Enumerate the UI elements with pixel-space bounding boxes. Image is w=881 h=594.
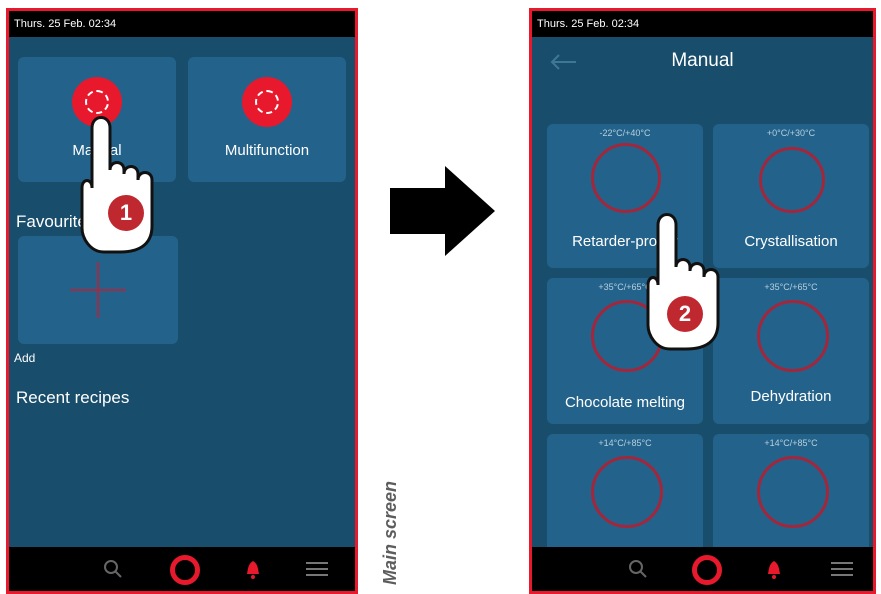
menu-icon[interactable] [831, 562, 853, 576]
tile-label: Crystallisation [744, 233, 838, 250]
cup-icon [591, 456, 663, 528]
multifunction-mode-icon [242, 77, 292, 127]
home-ring-icon[interactable] [170, 555, 200, 585]
step-2-badge: 2 [667, 296, 703, 332]
main-screen-phone: Thurs. 25 Feb. 02:34 Manual Multifunctio… [6, 8, 358, 594]
sauce-icon [757, 456, 829, 528]
step-1-badge: 1 [108, 195, 144, 231]
main-screen-label: Main screen [380, 480, 400, 585]
menu-icon[interactable] [306, 562, 328, 576]
bread-icon [591, 143, 661, 213]
bottom-nav [532, 547, 873, 591]
dehydration-icon [757, 300, 829, 372]
temp-range: +35°C/+65°C [764, 282, 818, 292]
status-time: Thurs. 25 Feb. 02:34 [537, 18, 640, 30]
tile-crystallisation[interactable]: +0°C/+30°C Crystallisation [713, 124, 869, 268]
right-arrow-icon [390, 166, 495, 256]
bell-icon[interactable] [766, 560, 782, 580]
status-bar: Thurs. 25 Feb. 02:34 [532, 11, 873, 37]
home-ring-icon[interactable] [692, 555, 722, 585]
page-title: Manual [671, 50, 734, 71]
plus-icon [70, 262, 126, 318]
add-label: Add [14, 351, 36, 365]
tile-multifunction[interactable]: Multifunction [188, 57, 346, 182]
status-time: Thurs. 25 Feb. 02:34 [14, 18, 117, 30]
tile-label: Chocolate melting [564, 394, 686, 411]
bell-icon[interactable] [245, 560, 261, 580]
recent-recipes-heading: Recent recipes [16, 388, 130, 407]
bottom-nav [9, 547, 355, 591]
tile-label: Dehydration [750, 388, 832, 405]
temp-range: +0°C/+30°C [766, 128, 816, 138]
search-icon[interactable] [628, 559, 648, 579]
pointing-hand-icon [646, 213, 720, 351]
tile-multifunction-label: Multifunction [224, 142, 310, 159]
temp-range: -22°C/+40°C [599, 128, 651, 138]
status-bar: Thurs. 25 Feb. 02:34 [9, 11, 355, 37]
temp-range: +14°C/+85°C [764, 438, 818, 448]
tile-dehydration[interactable]: +35°C/+65°C Dehydration [713, 278, 869, 424]
pointing-hand-icon [80, 116, 154, 254]
search-icon[interactable] [103, 559, 123, 579]
sugar-cubes-icon [759, 147, 825, 213]
temp-range: +14°C/+85°C [598, 438, 652, 448]
